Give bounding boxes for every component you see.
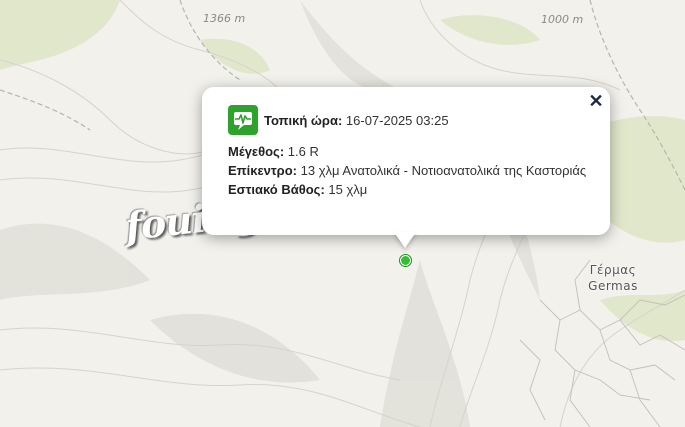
magnitude-value: 1.6 R [287,144,319,159]
magnitude-row: Μέγεθος: 1.6 R [228,142,588,161]
close-icon[interactable]: ✕ [588,92,604,110]
popup-content: Τοπική ώρα: 16-07-2025 03:25 Μέγεθος: 1.… [228,104,588,199]
depth-label: Εστιακό Βάθος: [228,182,325,197]
depth-row: Εστιακό Βάθος: 15 χλμ [228,180,588,199]
local-time-value: 16-07-2025 03:25 [345,112,449,128]
epicenter-value: 13 χλμ Ανατολικά - Νοτιοανατολικά της Κα… [300,163,587,178]
epicenter-row: Επίκεντρο: 13 χλμ Ανατολικά - Νοτιοανατο… [228,161,588,180]
depth-value: 15 χλμ [328,182,368,197]
magnitude-label: Μέγεθος: [228,144,285,159]
local-time-row: Τοπική ώρα: 16-07-2025 03:25 [228,104,588,136]
town-name-greek: Γέρμας [589,263,637,277]
earthquake-marker[interactable] [400,255,411,266]
epicenter-label: Επίκεντρο: [228,163,297,178]
seismograph-icon [228,105,258,135]
local-time-label: Τοπική ώρα: [264,112,343,128]
town-label-germas: Γέρμας Germas [580,262,646,294]
contour-label-1366: 1366 m [203,12,246,25]
contour-label-1000: 1000 m [541,13,584,26]
popup-tip [394,232,416,248]
town-name-latin: Germas [588,279,638,293]
